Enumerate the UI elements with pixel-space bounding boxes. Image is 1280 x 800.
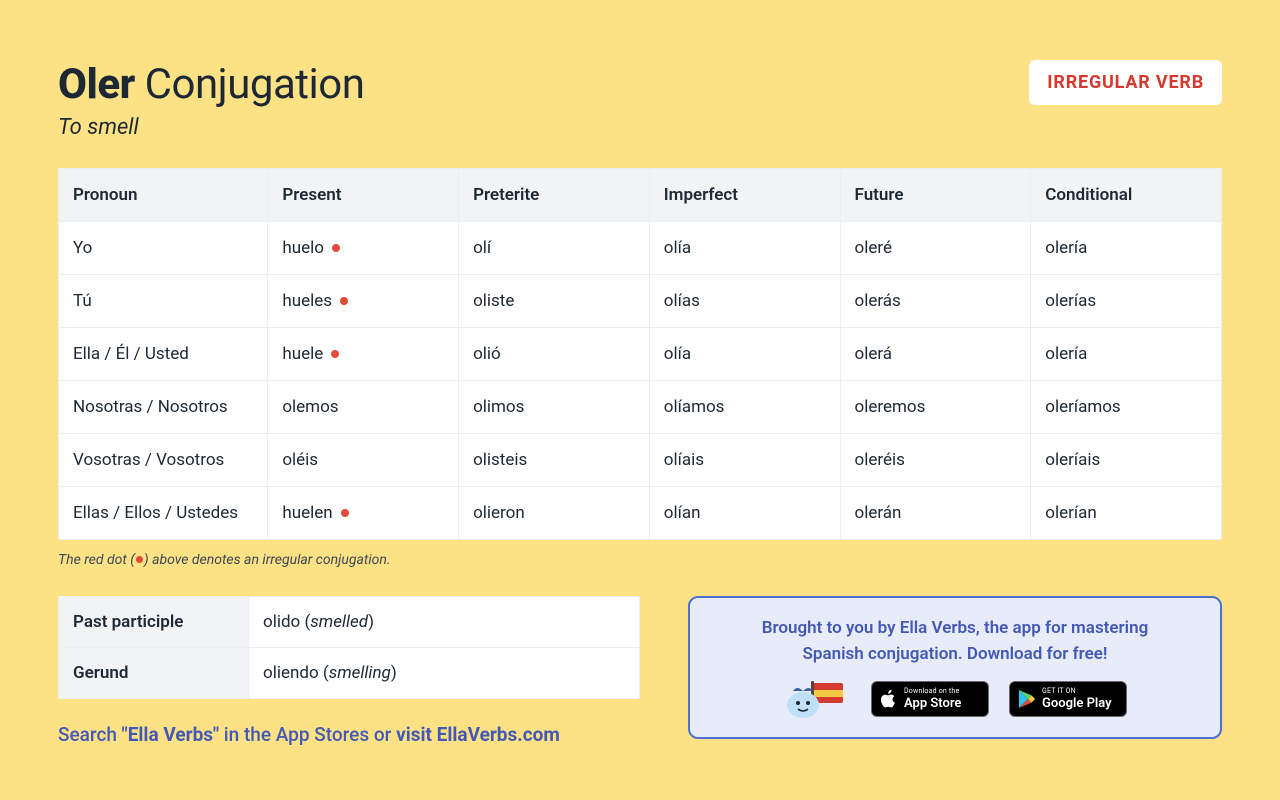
irregular-dot-icon — [331, 350, 339, 358]
promo-box: Brought to you by Ella Verbs, the app fo… — [688, 596, 1222, 739]
table-row: Vosotras / Vosotrosoléis olisteis olíais… — [59, 434, 1222, 487]
conjugation-cell: huelo — [268, 222, 459, 275]
conjugation-cell: olerá — [840, 328, 1031, 381]
conjugation-cell: olería — [1031, 222, 1222, 275]
conjugation-cell: olían — [649, 487, 840, 540]
past-participle-value: olido (smelled) — [249, 597, 640, 648]
conjugation-cell: olería — [1031, 328, 1222, 381]
conjugation-cell: olerás — [840, 275, 1031, 328]
table-row: Past participle olido (smelled) — [59, 597, 640, 648]
irregular-dot-icon — [340, 297, 348, 305]
column-header: Future — [840, 169, 1031, 222]
pronoun-cell: Vosotras / Vosotros — [59, 434, 268, 487]
google-play-icon — [1018, 689, 1036, 709]
gerund-value: oliendo (smelling) — [249, 648, 640, 699]
irregular-dot-icon — [341, 509, 349, 517]
column-header: Conditional — [1031, 169, 1222, 222]
conjugation-cell: olíamos — [649, 381, 840, 434]
conjugation-cell: oliste — [459, 275, 650, 328]
pronoun-cell: Ella / Él / Usted — [59, 328, 268, 381]
column-header: Pronoun — [59, 169, 268, 222]
verb-translation: To smell — [58, 115, 364, 140]
title-suffix: Conjugation — [145, 60, 365, 109]
conjugation-cell: huele — [268, 328, 459, 381]
table-row: Nosotras / Nosotrosolemos olimos olíamos… — [59, 381, 1222, 434]
google-play-badge[interactable]: GET IT ON Google Play — [1009, 681, 1127, 717]
conjugation-cell: olimos — [459, 381, 650, 434]
conjugation-cell: oleremos — [840, 381, 1031, 434]
table-row: Ellas / Ellos / Ustedeshuelen olieron ol… — [59, 487, 1222, 540]
forms-table: Past participle olido (smelled) Gerund o… — [58, 596, 640, 699]
irregular-dot-icon — [332, 244, 340, 252]
pronoun-cell: Tú — [59, 275, 268, 328]
past-participle-label: Past participle — [59, 597, 249, 648]
verb-name: Oler — [58, 60, 135, 109]
apple-icon — [880, 689, 898, 709]
app-store-badge[interactable]: Download on the App Store — [871, 681, 989, 717]
conjugation-cell: huelen — [268, 487, 459, 540]
promo-text: Brought to you by Ella Verbs, the app fo… — [714, 616, 1196, 667]
conjugation-cell: olieron — [459, 487, 650, 540]
conjugation-cell: olemos — [268, 381, 459, 434]
pronoun-cell: Nosotras / Nosotros — [59, 381, 268, 434]
search-instruction: Search "Ella Verbs" in the App Stores or… — [58, 723, 640, 746]
irregular-note: The red dot () above denotes an irregula… — [58, 552, 1222, 568]
gerund-label: Gerund — [59, 648, 249, 699]
conjugation-cell: olerías — [1031, 275, 1222, 328]
conjugation-cell: oleréis — [840, 434, 1031, 487]
conjugation-cell: olerán — [840, 487, 1031, 540]
table-row: Túhueles oliste olías olerás olerías — [59, 275, 1222, 328]
conjugation-cell: olíais — [649, 434, 840, 487]
irregular-badge: IRREGULAR VERB — [1029, 60, 1222, 105]
table-row: Gerund oliendo (smelling) — [59, 648, 640, 699]
conjugation-cell: olió — [459, 328, 650, 381]
column-header: Imperfect — [649, 169, 840, 222]
conjugation-cell: olerían — [1031, 487, 1222, 540]
conjugation-cell: olisteis — [459, 434, 650, 487]
page-title: Oler Conjugation — [58, 60, 364, 109]
dot-icon — [136, 556, 143, 563]
conjugation-cell: oleré — [840, 222, 1031, 275]
table-row: Ella / Él / Ustedhuele olió olía olerá o… — [59, 328, 1222, 381]
column-header: Present — [268, 169, 459, 222]
pronoun-cell: Yo — [59, 222, 268, 275]
conjugation-cell: olía — [649, 222, 840, 275]
conjugation-cell: olías — [649, 275, 840, 328]
conjugation-cell: oleríamos — [1031, 381, 1222, 434]
conjugation-cell: olí — [459, 222, 650, 275]
table-row: Yohuelo olí olía oleré olería — [59, 222, 1222, 275]
conjugation-table: PronounPresentPreteriteImperfectFutureCo… — [58, 168, 1222, 540]
ella-verbs-logo-icon — [783, 679, 851, 719]
pronoun-cell: Ellas / Ellos / Ustedes — [59, 487, 268, 540]
column-header: Preterite — [459, 169, 650, 222]
conjugation-cell: hueles — [268, 275, 459, 328]
conjugation-cell: oleríais — [1031, 434, 1222, 487]
conjugation-cell: olía — [649, 328, 840, 381]
conjugation-cell: oléis — [268, 434, 459, 487]
